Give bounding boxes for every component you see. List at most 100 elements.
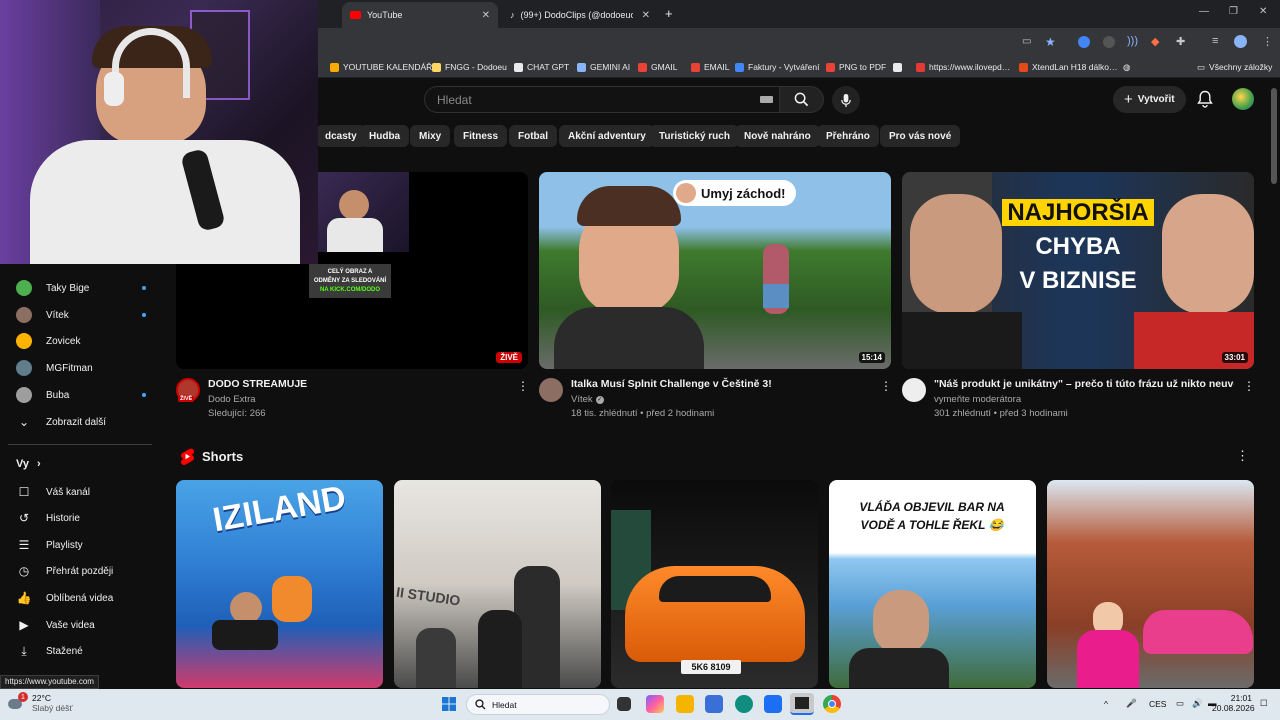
close-tab-icon[interactable]: ✕ xyxy=(482,10,490,21)
puzzle-icon[interactable]: ✚ xyxy=(1176,35,1185,48)
channel-avatar-vymente[interactable] xyxy=(902,378,926,402)
file-explorer-icon[interactable] xyxy=(676,695,694,713)
language-indicator[interactable]: CES xyxy=(1149,699,1166,709)
clock[interactable]: 21:01 20.08.2026 xyxy=(1212,693,1255,713)
short-thumbnail[interactable]: II STUDIO xyxy=(394,480,601,688)
tab-dodoclips[interactable]: ♪ (99+) DodoClips (@dodoeuclip… ✕ xyxy=(502,2,658,28)
channel-name[interactable]: vymeňte moderátora xyxy=(934,393,1021,407)
video-thumbnail[interactable]: NAJHORŠIA CHYBA V BIZNISE 33:01 xyxy=(902,172,1254,369)
store-icon[interactable] xyxy=(764,695,782,713)
all-bookmarks-button[interactable]: ▭ Všechny záložky xyxy=(1197,56,1272,78)
tray-overflow-icon[interactable]: ^ xyxy=(1104,699,1108,709)
bookmark-item[interactable]: EMAIL xyxy=(691,56,730,78)
taskbar-search[interactable]: Hledat xyxy=(466,694,610,715)
globe-icon[interactable]: ◍ xyxy=(1123,56,1130,78)
new-tab-button[interactable]: + xyxy=(665,6,673,21)
terminal-app-icon[interactable] xyxy=(790,693,814,715)
shorts-menu-icon[interactable]: ⋮ xyxy=(1236,448,1249,464)
profile-avatar[interactable] xyxy=(1234,35,1247,48)
search-button[interactable] xyxy=(780,86,824,113)
restore-icon[interactable]: ❐ xyxy=(1229,6,1238,17)
bookmark-item[interactable]: FNGG - Dodoeu xyxy=(432,56,507,78)
sidebar-item-playlist[interactable]: ☰ Playlisty xyxy=(16,532,146,558)
video-menu-icon[interactable]: ⋮ xyxy=(880,379,892,393)
search-input[interactable]: Hledat xyxy=(424,86,780,113)
sidebar-item-channel[interactable]: ☐ Váš kanál xyxy=(16,479,146,505)
more-menu-icon[interactable]: ⋮ xyxy=(1262,35,1273,48)
sidebar-item-history[interactable]: ↺ Historie xyxy=(16,505,146,531)
filter-chip[interactable]: dcasty xyxy=(316,125,366,147)
channel-name[interactable]: Dodo Extra xyxy=(208,393,256,407)
account-avatar[interactable] xyxy=(1232,88,1254,110)
network-icon[interactable]: ▭ xyxy=(1176,698,1184,709)
sidebar-subscription[interactable]: Buba xyxy=(16,382,146,408)
windows-start-icon[interactable] xyxy=(440,695,458,713)
bookmark-star-icon[interactable]: ★ xyxy=(1045,35,1056,49)
copilot-icon[interactable] xyxy=(646,695,664,713)
extension-icon[interactable] xyxy=(1078,36,1090,48)
filter-chip[interactable]: Fotbal xyxy=(509,125,557,147)
video-title[interactable]: "Náš produkt je unikátny" – prečo ti tút… xyxy=(934,378,1234,391)
bookmark-item[interactable]: YOUTUBE KALENDÁŘ xyxy=(330,56,432,78)
edge-icon[interactable] xyxy=(735,695,753,713)
tab-youtube[interactable]: YouTube ✕ xyxy=(342,2,498,28)
extension-icon[interactable]: ◆ xyxy=(1151,35,1159,48)
bookmark-item[interactable]: GMAIL xyxy=(638,56,677,78)
reading-list-icon[interactable]: ≡ xyxy=(1212,35,1218,47)
sidebar-subscription[interactable]: Taky Bige xyxy=(16,275,146,301)
bookmark-item[interactable]: GEMINI AI xyxy=(577,56,630,78)
notifications-button[interactable] xyxy=(1197,90,1213,113)
bookmark-item[interactable]: PNG to PDF xyxy=(826,56,886,78)
video-title[interactable]: DODO STREAMUJE xyxy=(208,378,508,391)
sidebar-item-like[interactable]: 👍 Oblíbená videa xyxy=(16,585,146,611)
video-thumbnail[interactable]: Umyj záchod! 15:14 xyxy=(539,172,891,369)
bookmark-item[interactable]: https://www.ilovepd… xyxy=(916,56,1010,78)
microphone-tray-icon[interactable]: 🎤 xyxy=(1126,698,1137,709)
filter-chip[interactable]: Akční adventury xyxy=(559,125,655,147)
video-title[interactable]: Italka Musí Splnit Challenge v Češtině 3… xyxy=(571,378,871,391)
audio-icon[interactable]: ))) xyxy=(1127,35,1138,47)
channel-avatar-vitek[interactable] xyxy=(539,378,563,402)
short-thumbnail[interactable]: IZILAND xyxy=(176,480,383,688)
cast-icon[interactable]: ▭ xyxy=(1022,36,1031,47)
bookmark-item[interactable]: XtendLan H18 dálko… xyxy=(1019,56,1118,78)
filter-chip[interactable]: Turistický ruch xyxy=(650,125,739,147)
sidebar-subscription[interactable]: Vítek xyxy=(16,302,146,328)
sidebar-item-clock[interactable]: ◷ Přehrát později xyxy=(16,558,146,584)
create-button[interactable]: + Vytvořit xyxy=(1113,86,1186,113)
notification-center-icon[interactable]: ☐ xyxy=(1260,698,1268,709)
bookmark-item[interactable]: Faktury - Vytváření xyxy=(735,56,819,78)
close-window-icon[interactable]: ✕ xyxy=(1259,6,1267,17)
filter-chip[interactable]: Mixy xyxy=(410,125,451,147)
filter-chip[interactable]: Přehráno xyxy=(817,125,879,147)
short-thumbnail[interactable] xyxy=(1047,480,1254,688)
app-icon[interactable] xyxy=(705,695,723,713)
chrome-icon[interactable] xyxy=(823,695,841,713)
sidebar-item-download[interactable]: ⤓ Stažené xyxy=(16,638,146,664)
close-tab-icon[interactable]: ✕ xyxy=(642,10,650,21)
weather-widget[interactable]: 1 22°C Slabý déšť xyxy=(6,692,73,713)
sidebar-subscription[interactable]: Zovicek xyxy=(16,328,146,354)
filter-chip[interactable]: Pro vás nové xyxy=(880,125,961,147)
sidebar-item-video[interactable]: ▶ Vaše videa xyxy=(16,612,146,638)
short-thumbnail[interactable]: 5K6 8109 xyxy=(611,480,818,688)
keyboard-icon[interactable] xyxy=(760,96,773,103)
you-section-heading[interactable]: Vy › xyxy=(16,458,41,470)
short-thumbnail[interactable]: VLÁĎA OBJEVIL BAR NA VODĚ A TOHLE ŘEKL 😂 xyxy=(829,480,1036,688)
video-menu-icon[interactable]: ⋮ xyxy=(517,379,529,393)
filter-chip[interactable]: Nově nahráno xyxy=(735,125,820,147)
video-menu-icon[interactable]: ⋮ xyxy=(1243,379,1255,393)
volume-icon[interactable]: 🔊 xyxy=(1192,698,1203,709)
filter-chip[interactable]: Fitness xyxy=(454,125,508,147)
channel-name-row[interactable]: Vítek ✓ xyxy=(571,393,604,407)
extension-icon[interactable] xyxy=(1103,36,1115,48)
task-view-icon[interactable] xyxy=(617,697,631,711)
page-scrollbar[interactable] xyxy=(1271,88,1277,184)
bookmark-item[interactable]: CHAT GPT xyxy=(514,56,569,78)
voice-search-button[interactable] xyxy=(832,86,860,114)
show-more-button[interactable]: ⌄ Zobrazit další xyxy=(16,409,146,435)
bookmark-item[interactable] xyxy=(893,56,906,78)
filter-chip[interactable]: Hudba xyxy=(360,125,410,147)
minimize-icon[interactable]: — xyxy=(1199,6,1209,17)
sidebar-subscription[interactable]: MGFitman xyxy=(16,355,146,381)
